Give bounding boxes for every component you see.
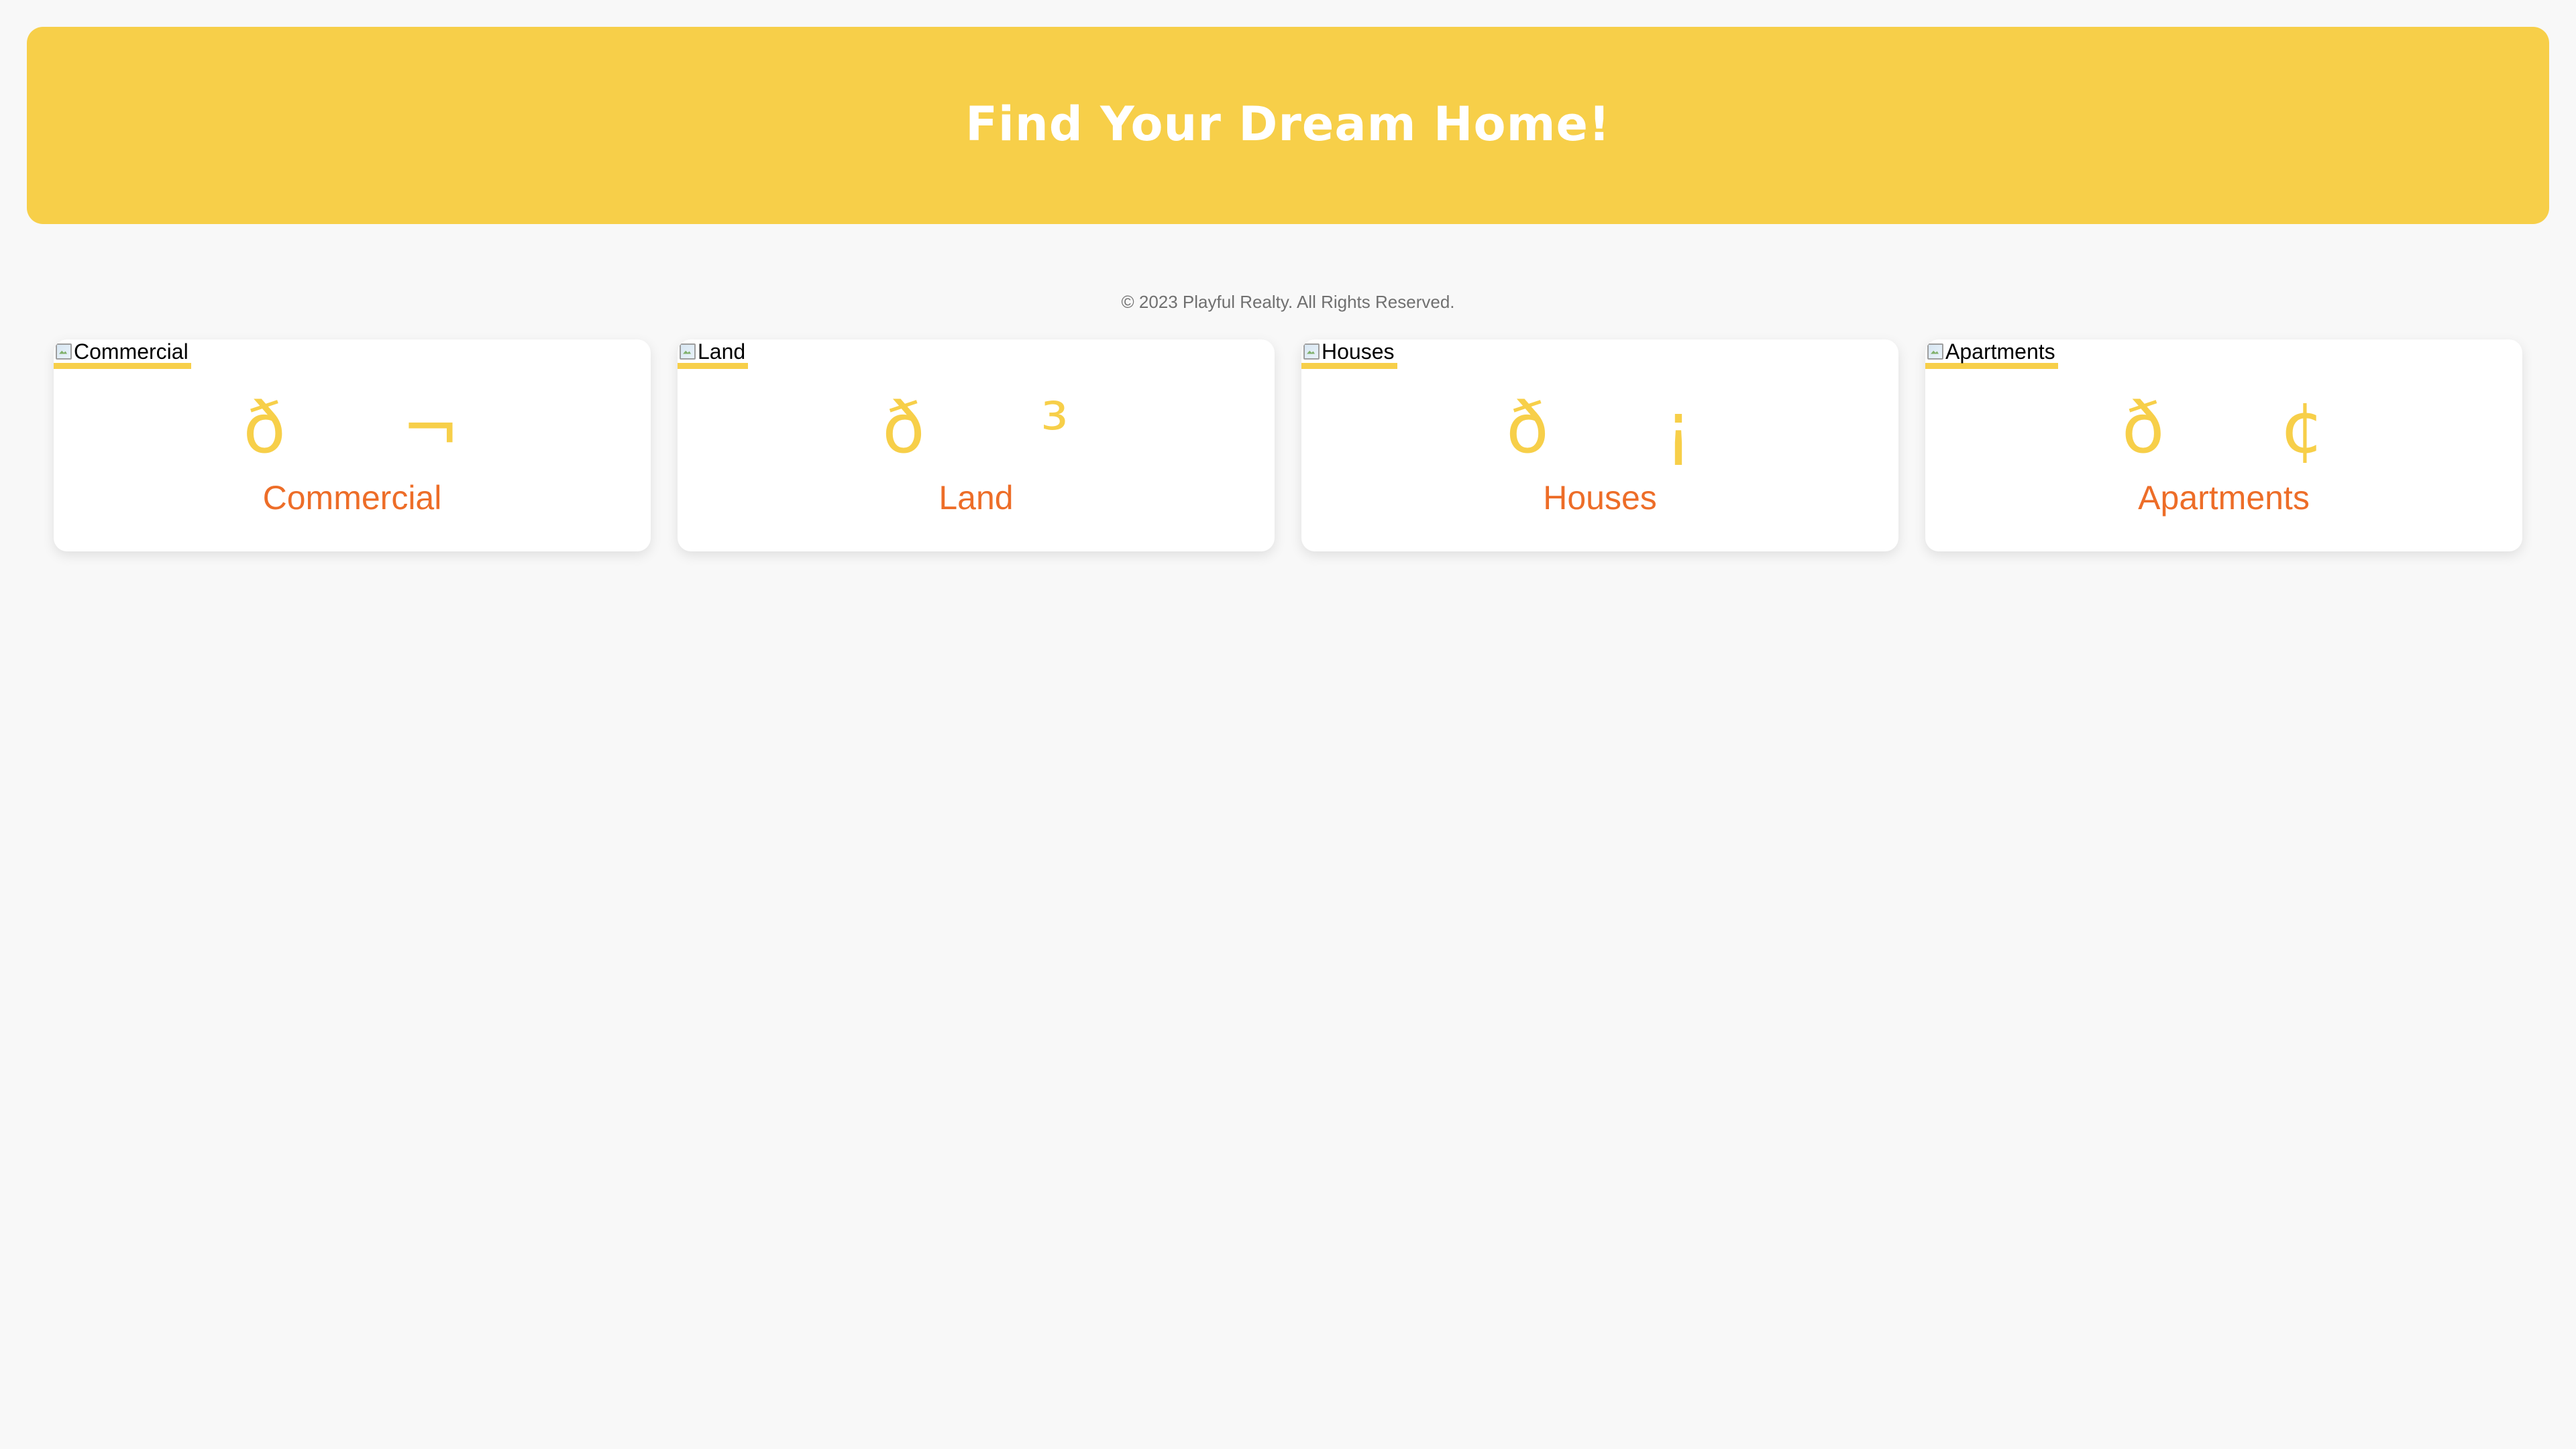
image-alt-text: Commercial (74, 339, 189, 364)
broken-image-houses: Houses (1301, 339, 1397, 369)
house-icon: ð¡ (1506, 387, 1694, 469)
broken-image-icon (1925, 341, 1945, 362)
copyright-notice: © 2023 Playful Realty. All Rights Reserv… (1121, 292, 1455, 312)
category-card-apartments[interactable]: Apartments ð¢ Apartments (1925, 339, 2522, 551)
broken-image-commercial: Commercial (54, 339, 191, 369)
broken-image-icon (54, 341, 74, 362)
broken-image-apartments: Apartments (1925, 339, 2058, 369)
broken-image-icon (678, 341, 698, 362)
broken-image-icon (1301, 341, 1322, 362)
image-alt-text: Apartments (1945, 339, 2055, 364)
broken-image-land: Land (678, 339, 749, 369)
apartment-building-icon: ð¢ (2121, 387, 2326, 469)
category-label: Land (938, 479, 1014, 517)
category-label: Houses (1543, 479, 1657, 517)
image-alt-text: Land (698, 339, 746, 364)
category-label: Apartments (2138, 479, 2310, 517)
page-title: Find Your Dream Home! (965, 97, 1611, 152)
hero-banner: Find Your Dream Home! (27, 27, 2549, 224)
tree-icon: ð³ (882, 387, 1070, 469)
category-cards: Commercial ð¬ Commercial Land ð³ Lan… (54, 339, 2522, 551)
category-card-commercial[interactable]: Commercial ð¬ Commercial (54, 339, 651, 551)
category-card-houses[interactable]: Houses ð¡ Houses (1301, 339, 1898, 551)
image-alt-text: Houses (1322, 339, 1395, 364)
category-card-land[interactable]: Land ð³ Land (678, 339, 1275, 551)
category-label: Commercial (262, 479, 442, 517)
office-building-icon: ð¬ (243, 387, 462, 469)
